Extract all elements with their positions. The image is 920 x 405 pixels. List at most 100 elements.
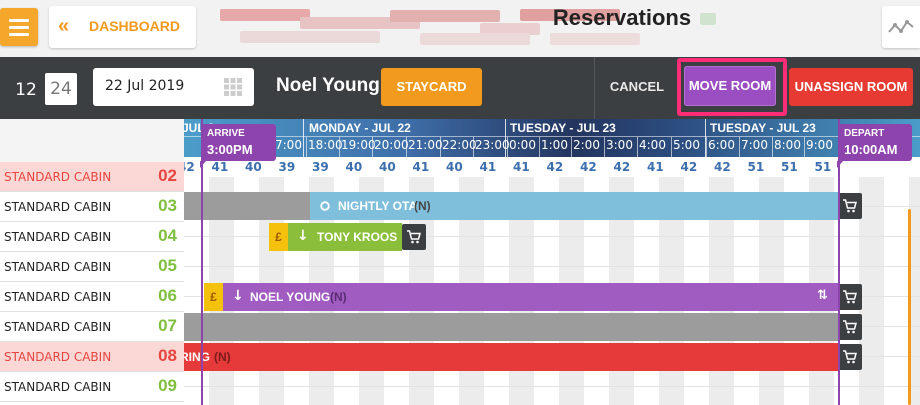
hour-label: 22:00 xyxy=(442,138,477,152)
occupancy-count: 40 xyxy=(446,160,463,174)
menu-icon-bar xyxy=(9,26,29,29)
arrive-time: 3:00PM xyxy=(207,142,253,157)
chart-toggle-button[interactable] xyxy=(882,6,920,48)
day-label: TUESDAY - JUL 23 xyxy=(710,121,816,135)
occupancy-count: 40 xyxy=(345,160,363,174)
occupancy-count: 42 xyxy=(184,160,195,174)
occupancy-count: 41 xyxy=(479,160,497,174)
occupancy-count: 51 xyxy=(781,160,798,174)
hour-tick xyxy=(539,137,540,157)
room-type: STANDARD CABIN xyxy=(4,260,112,274)
hour-tick xyxy=(406,137,407,157)
page-title: Reservations xyxy=(552,5,692,30)
occupancy-count: 41 xyxy=(647,160,664,174)
move-room-button[interactable]: MOVE ROOM xyxy=(684,66,776,106)
menu-icon-bar xyxy=(9,33,29,36)
day-separator xyxy=(303,119,304,157)
reservation-tony-kroos[interactable]: ↓ TONY KROOS xyxy=(288,223,402,251)
room-row[interactable]: STANDARD CABIN 05 xyxy=(0,252,184,282)
cart-button[interactable] xyxy=(838,193,862,219)
cart-icon xyxy=(843,350,857,364)
staycard-button[interactable]: STAYCARD xyxy=(381,68,482,106)
reservation-noel-young[interactable]: ↓ NOEL YOUNG (N) ⇅ xyxy=(223,283,838,311)
swap-vertical-icon[interactable]: ⇅ xyxy=(817,288,828,303)
occupancy-count: 39 xyxy=(278,160,296,174)
arrive-label: ARRIVE xyxy=(207,128,245,139)
room-type: STANDARD CABIN xyxy=(4,170,112,184)
hour-label: 0:00 xyxy=(509,138,536,152)
cart-button[interactable] xyxy=(838,284,862,310)
room-row-02[interactable]: STANDARD CABIN 02 xyxy=(0,162,184,192)
reservation-nightly-ota[interactable]: NIGHTLY OTA (N) xyxy=(310,192,838,220)
room-number: 03 xyxy=(158,196,177,215)
room-row[interactable]: STANDARD CABIN 04 xyxy=(0,222,184,252)
line-chart-icon xyxy=(888,20,914,33)
room-type: STANDARD CABIN xyxy=(4,380,112,394)
occupancy-count: 39 xyxy=(312,160,329,174)
room-row[interactable]: STANDARD CABIN 07 xyxy=(0,312,184,342)
cart-icon xyxy=(407,230,421,244)
room-type: STANDARD CABIN xyxy=(4,200,112,214)
room-row[interactable]: STANDARD CABIN 03 xyxy=(0,192,184,222)
hour-tick xyxy=(772,137,773,157)
occupancy-count: 41 xyxy=(412,160,430,174)
hour-tick xyxy=(339,137,340,157)
hour-label: 19:00 xyxy=(341,138,376,152)
hour-tick xyxy=(604,137,605,157)
occupancy-count: 41 xyxy=(211,160,229,174)
scroll-indicator[interactable] xyxy=(908,209,911,405)
reservations-app: « DASHBOARD Reservations 12 24 22 Jul 20… xyxy=(0,0,920,405)
hour-label: 20:00 xyxy=(374,138,409,152)
dashboard-label: DASHBOARD xyxy=(89,18,180,34)
hour-tick xyxy=(440,137,441,157)
room-row[interactable]: STANDARD CABIN 06 xyxy=(0,282,184,312)
hour-tick xyxy=(637,137,638,157)
blocked-bar[interactable] xyxy=(184,313,838,341)
arrive-marker[interactable]: ARRIVE 3:00PM xyxy=(200,124,276,168)
reservation-tag: (N) xyxy=(414,199,431,213)
depart-time: 10:00AM xyxy=(844,142,898,157)
reservation-tag: (N) xyxy=(330,290,347,304)
hour-label: 21:00 xyxy=(408,138,443,152)
day-label: MONDAY - JUL 22 xyxy=(309,121,411,135)
hamburger-menu-button[interactable] xyxy=(0,8,38,46)
hour-tick xyxy=(739,137,740,157)
unassign-room-button[interactable]: UNASSIGN ROOM xyxy=(789,68,913,106)
payment-badge: £ xyxy=(269,223,288,251)
cart-icon xyxy=(843,320,857,334)
hour-label: 18:00 xyxy=(308,138,343,152)
reservation-name: NIGHTLY OTA xyxy=(338,199,418,213)
header-divider xyxy=(184,136,920,137)
room-number: 09 xyxy=(158,376,177,395)
room-number: 02 xyxy=(158,166,177,185)
reservation-name: NOEL YOUNG xyxy=(250,290,331,304)
dashboard-button[interactable]: « DASHBOARD xyxy=(49,6,196,48)
room-type: STANDARD CABIN xyxy=(4,350,112,364)
hour-tick xyxy=(571,137,572,157)
cart-button[interactable] xyxy=(838,314,862,340)
hour-format-12-toggle[interactable]: 12 xyxy=(10,74,42,106)
room-row[interactable]: STANDARD CABIN 08 xyxy=(0,342,184,372)
hour-label: 3:00 xyxy=(606,138,633,152)
hour-label: 7:00 xyxy=(741,138,768,152)
cart-button[interactable] xyxy=(402,224,426,250)
hour-format-24-toggle[interactable]: 24 xyxy=(45,73,77,105)
date-value: 22 Jul 2019 xyxy=(105,78,185,94)
cart-icon xyxy=(843,199,857,213)
date-picker[interactable]: 22 Jul 2019 xyxy=(93,68,254,106)
occupancy-count: 51 xyxy=(747,160,765,174)
cart-button[interactable] xyxy=(838,344,862,370)
occupancy-count: 42 xyxy=(613,160,631,174)
occupancy-count: 42 xyxy=(580,160,597,174)
depart-marker[interactable]: DEPART 10:00AM xyxy=(837,124,912,168)
reservation-ring[interactable]: RING (N) xyxy=(184,343,838,371)
cart-icon xyxy=(843,290,857,304)
cancel-button[interactable]: CANCEL xyxy=(605,68,669,106)
hour-tick xyxy=(473,137,474,157)
arrow-down-icon: ↓ xyxy=(232,288,244,304)
guest-name: Noel Young xyxy=(276,75,380,96)
timeline-diary: JUL 2 MONDAY - JUL 22 TUESDAY - JUL 23 T… xyxy=(184,119,920,405)
room-row[interactable]: STANDARD CABIN 09 xyxy=(0,372,184,402)
hour-tick xyxy=(372,137,373,157)
reservation-toolbar: 12 24 22 Jul 2019 Noel Young STAYCARD CA… xyxy=(0,57,920,119)
